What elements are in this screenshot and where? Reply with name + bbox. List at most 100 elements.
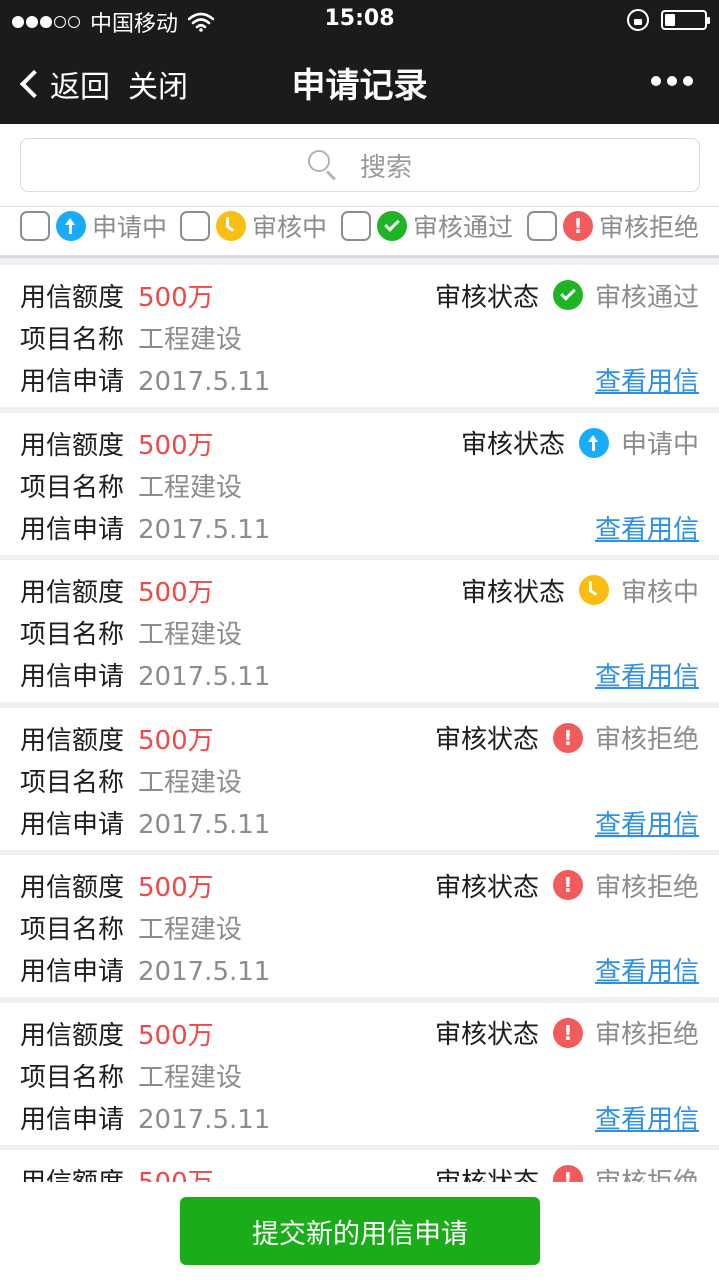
- status-value: 申请中: [620, 430, 699, 460]
- review-status: 审核状态 申请中: [461, 425, 699, 461]
- status-value: 审核拒绝: [594, 872, 699, 903]
- date-row: 用信申请 2017.5.11: [20, 951, 270, 987]
- rotation-lock-icon: [627, 9, 649, 31]
- date-label: 用信申请: [20, 514, 125, 545]
- record-card: 用信额度 500万 项目名称 工程建设 用信申请 2017.5.11 审核状态 审核通过 查看用…: [0, 265, 719, 407]
- filter-label: 审核通过: [413, 213, 514, 242]
- filter-label: 审核拒绝: [599, 213, 700, 242]
- amount-label: 用信额度: [20, 1020, 125, 1051]
- review-status: 审核状态 审核通过: [435, 277, 699, 313]
- project-value: 工程建设: [138, 472, 243, 503]
- check-icon: [552, 280, 583, 310]
- record-list[interactable]: 用信额度 500万 项目名称 工程建设 用信申请 2017.5.11 审核状态 审核通过 查看用…: [0, 265, 719, 1182]
- amount-row: 用信额度 500万: [20, 572, 214, 608]
- project-label: 项目名称: [20, 767, 125, 798]
- view-credit-link[interactable]: 查看用信: [595, 361, 699, 398]
- project-label: 项目名称: [20, 472, 125, 503]
- status-label: 审核状态: [434, 1020, 539, 1050]
- project-row: 项目名称 工程建设: [20, 909, 242, 945]
- back-button[interactable]: 返回: [18, 62, 110, 106]
- status-time: 15:08: [324, 6, 395, 31]
- check-icon: [377, 211, 407, 241]
- date-label: 用信申请: [20, 662, 125, 692]
- more-dot-icon: [667, 76, 677, 86]
- record-card: 用信额度 500万项目名称工程建设用信申请 2017.5.11 审核状态! 审核拒绝查看…: [0, 707, 719, 850]
- exclamation-glyph: !: [573, 214, 583, 238]
- exclamation-icon: !: [552, 870, 583, 900]
- exclamation-icon: !: [552, 1165, 583, 1182]
- amount-value: 500万: [138, 1020, 214, 1051]
- project-value: 工程建设: [138, 1062, 243, 1093]
- project-row: 项目名称 工程建设: [20, 1057, 242, 1093]
- amount-value: 500万: [138, 578, 214, 608]
- checkbox[interactable]: [20, 211, 50, 241]
- arrow-up-glyph: [65, 218, 77, 234]
- close-button[interactable]: 关闭: [128, 62, 188, 106]
- date-value: 2017.5.11: [138, 367, 271, 397]
- amount-label: 用信额度: [20, 430, 125, 461]
- more-dot-icon: [683, 76, 693, 86]
- view-credit-link[interactable]: 查看用信: [595, 804, 699, 841]
- amount-label: 用信额度: [20, 1168, 124, 1182]
- project-label: 项目名称: [20, 325, 125, 355]
- view-credit-link[interactable]: 查看用信: [595, 1099, 699, 1136]
- amount-label: 用信额度: [20, 578, 125, 608]
- filter-applying[interactable]: 申请中: [20, 208, 167, 244]
- status-label: 审核状态: [434, 872, 539, 903]
- clock-icon: [578, 575, 609, 605]
- date-row: 用信申请 2017.5.11: [20, 804, 270, 840]
- review-status: 审核状态! 审核拒绝: [435, 1162, 699, 1182]
- status-filter-bar: 申请中 审核中 审核通过! 审核拒绝: [0, 206, 719, 258]
- view-credit-link[interactable]: 查看用信: [595, 656, 699, 693]
- status-value: 审核拒绝: [595, 1162, 699, 1183]
- project-value: 工程建设: [138, 767, 243, 798]
- project-value: 工程建设: [138, 325, 243, 355]
- submit-new-application-button[interactable]: 提交新的用信申请: [180, 1197, 540, 1265]
- amount-label: 用信额度: [20, 873, 125, 903]
- date-row: 用信申请 2017.5.11: [20, 361, 270, 397]
- filter-approved[interactable]: 审核通过: [341, 208, 513, 244]
- status-bar: 中国移动 15:08: [0, 0, 719, 40]
- more-menu-button[interactable]: [645, 76, 693, 86]
- status-value: 审核中: [620, 577, 699, 608]
- amount-label: 用信额度: [20, 725, 125, 756]
- back-label: 返回: [50, 70, 110, 105]
- project-row: 项目名称 工程建设: [20, 467, 242, 503]
- filter-reviewing[interactable]: 审核中: [180, 208, 327, 244]
- review-status: 审核状态! 审核拒绝: [435, 1015, 699, 1051]
- exclamation-icon: !: [563, 211, 593, 241]
- bottom-action-bar: 提交新的用信申请: [0, 1182, 719, 1280]
- status-value: 审核拒绝: [594, 1020, 699, 1050]
- navigation-bar: 返回 关闭 申请记录: [0, 40, 719, 124]
- record-card: 用信额度 500万 项目名称 工程建设 用信申请 2017.5.11 审核状态 申请中 查看用信: [0, 412, 719, 555]
- view-credit-link[interactable]: 查看用信: [595, 951, 699, 988]
- clock-hand-glyph: [587, 581, 601, 597]
- filter-rejected[interactable]: ! 审核拒绝: [527, 208, 699, 244]
- amount-value: 500万: [138, 1168, 214, 1182]
- amount-value: 500万: [138, 873, 214, 903]
- project-label: 项目名称: [20, 620, 125, 650]
- view-credit-link[interactable]: 查看用信: [595, 509, 699, 546]
- record-card: 用信额度 500万项目名称工程建设用信申请 2017.5.11 审核状态! 审核拒绝查看…: [0, 855, 719, 997]
- exclamation-glyph: !: [563, 725, 573, 750]
- project-row: 项目名称 工程建设: [20, 319, 242, 355]
- project-value: 工程建设: [138, 620, 243, 650]
- exclamation-icon: !: [552, 1017, 583, 1048]
- date-row: 用信申请 2017.5.11: [20, 1099, 270, 1135]
- checkbox[interactable]: [180, 211, 210, 241]
- checkbox[interactable]: [341, 211, 371, 241]
- status-label: 审核状态: [434, 282, 539, 313]
- search-placeholder: 搜索: [359, 152, 412, 183]
- checkbox[interactable]: [527, 211, 557, 241]
- search-section: 搜索: [0, 124, 719, 206]
- date-label: 用信申请: [20, 367, 125, 397]
- date-value: 2017.5.11: [138, 1104, 271, 1135]
- status-label: 审核状态: [435, 1162, 539, 1183]
- status-value: 审核拒绝: [594, 725, 699, 755]
- project-row: 项目名称 工程建设: [20, 762, 242, 798]
- amount-row: 用信额度 500万: [20, 1162, 214, 1182]
- search-input[interactable]: 搜索: [20, 138, 700, 192]
- project-value: 工程建设: [138, 915, 243, 945]
- date-value: 2017.5.11: [138, 809, 271, 840]
- review-status: 审核状态 审核中: [461, 572, 699, 608]
